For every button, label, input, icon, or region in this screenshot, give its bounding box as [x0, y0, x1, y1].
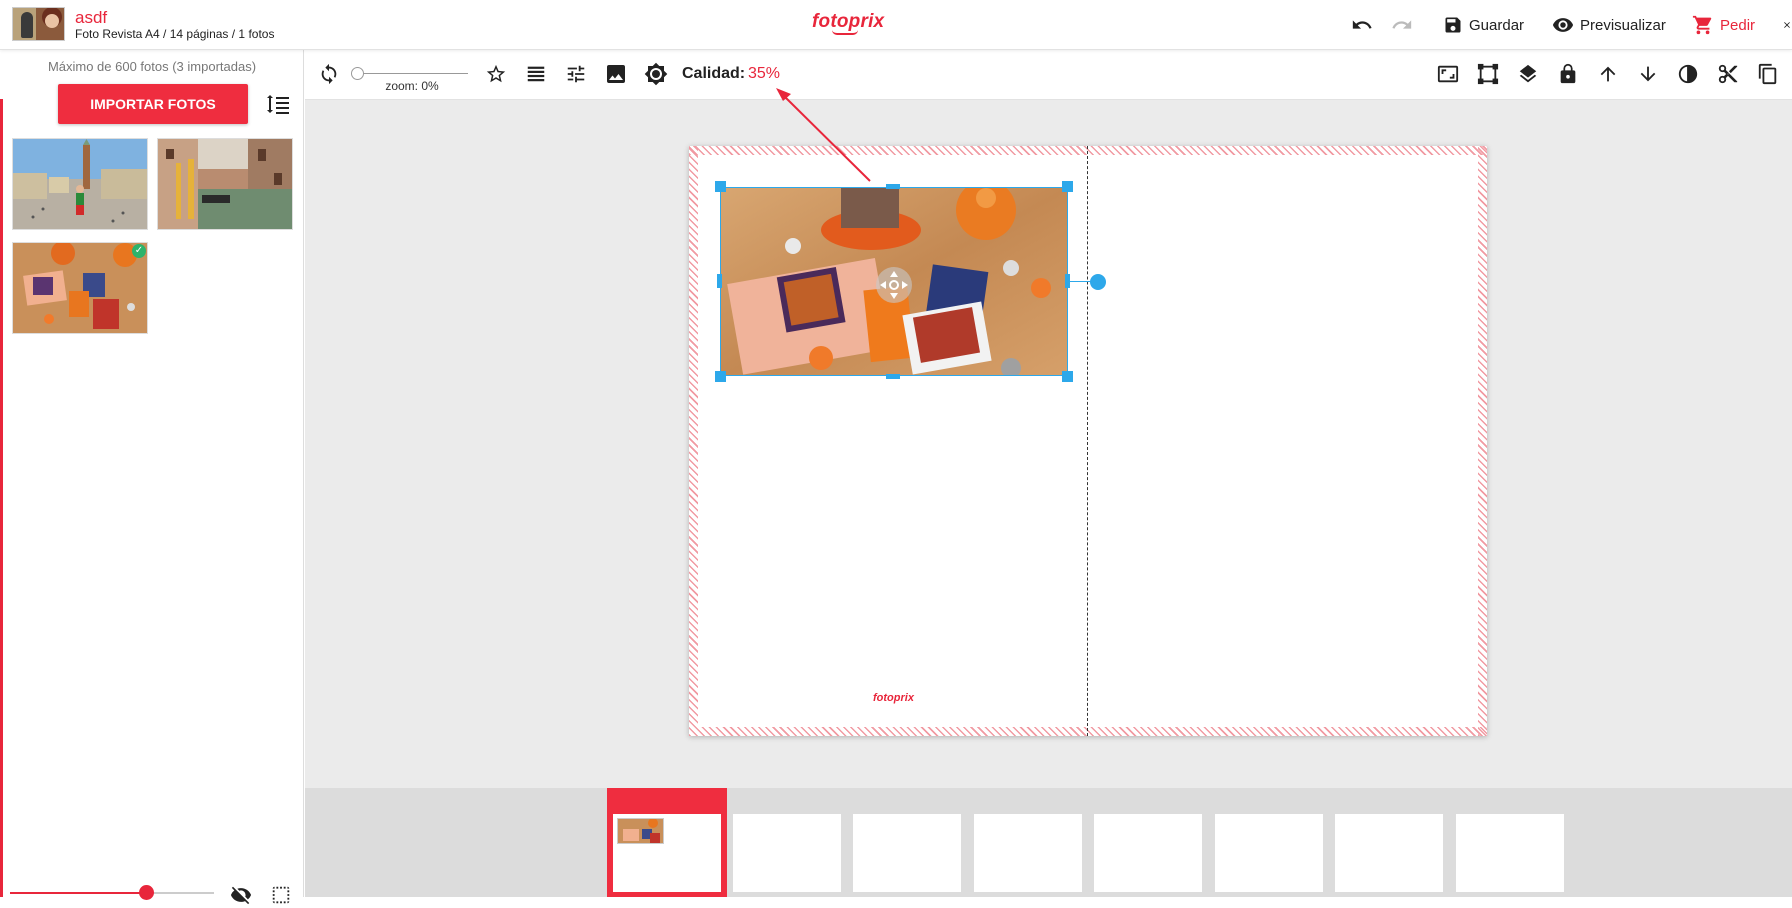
page-thumb-4[interactable]: [974, 814, 1082, 892]
page-thumb-8[interactable]: [1456, 814, 1564, 892]
page-thumb-7[interactable]: [1335, 814, 1443, 892]
brand-logo-smile: [832, 30, 858, 35]
project-name[interactable]: asdf: [75, 8, 107, 28]
order-button[interactable]: Pedir: [1692, 12, 1755, 38]
order-label: Pedir: [1720, 16, 1756, 34]
page-thumb-3[interactable]: [853, 814, 961, 892]
cart-icon: [1692, 15, 1712, 35]
undo-icon[interactable]: [1349, 12, 1375, 38]
floppy-icon: [1445, 17, 1461, 33]
page-thumb-2[interactable]: [733, 814, 841, 892]
page-thumb-6[interactable]: [1215, 814, 1323, 892]
preview-label: Previsualizar: [1580, 16, 1666, 34]
project-thumbnail[interactable]: [12, 7, 65, 41]
preview-button[interactable]: Previsualizar: [1552, 12, 1666, 38]
top-bar: asdf Foto Revista A4 / 14 páginas / 1 fo…: [0, 0, 1792, 50]
redo-icon[interactable]: [1389, 12, 1415, 38]
annotation-arrow-icon: [776, 88, 871, 182]
page-thumb-5[interactable]: [1094, 814, 1202, 892]
eye-icon: [1552, 18, 1574, 32]
page-thumb-1-photo: [617, 818, 664, 844]
close-icon[interactable]: [1782, 12, 1792, 38]
save-label: Guardar: [1469, 16, 1525, 34]
save-button[interactable]: Guardar: [1443, 12, 1524, 38]
project-subtitle: Foto Revista A4 / 14 páginas / 1 fotos: [75, 27, 275, 41]
